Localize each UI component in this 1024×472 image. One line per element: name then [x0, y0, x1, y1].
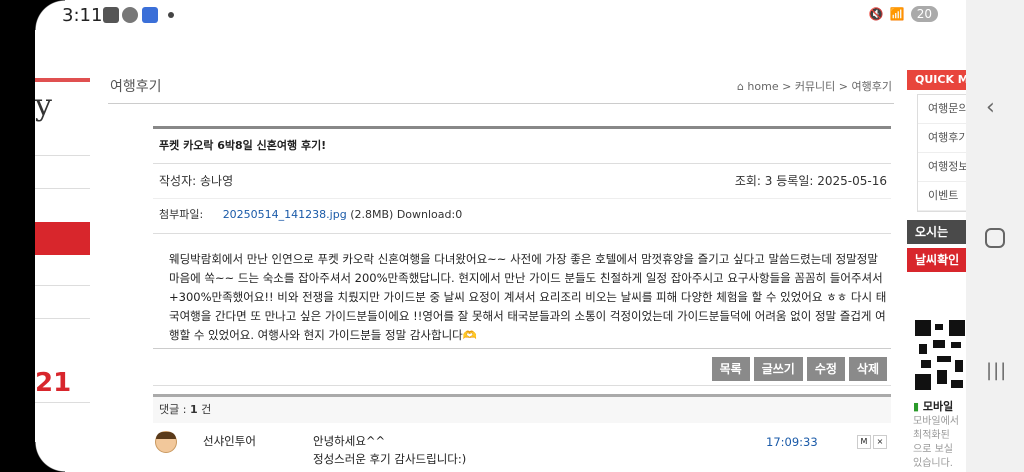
views-label: 조회:	[734, 174, 761, 188]
reply-modify-button[interactable]: M	[857, 435, 871, 449]
page-title: 여행후기	[110, 79, 162, 95]
post-body: 웨딩박람회에서 만난 인연으로 푸켓 카오락 신혼여행을 다녀왔어요~~ 사전에…	[153, 234, 891, 349]
reply-author: 선샤인투어	[203, 434, 256, 448]
delete-button[interactable]: 삭제	[848, 357, 887, 381]
screen-corner	[35, 0, 65, 30]
date-label: 등록일:	[776, 174, 814, 188]
reply-count: 1	[189, 403, 198, 416]
post-view: 푸켓 카오락 6박8일 신혼여행 후기! 작성자: 송나영 조회: 3 등록일:…	[153, 126, 891, 463]
app-icon	[142, 7, 158, 23]
battery-badge: 20	[910, 6, 938, 22]
list-button[interactable]: 목록	[711, 357, 750, 381]
system-nav-bar: ‹ |||	[966, 0, 1024, 472]
sidebar-number-fragment: 21	[35, 368, 72, 398]
post-meta: 작성자: 송나영 조회: 3 등록일: 2025-05-16	[153, 164, 891, 199]
screen: 3:11 🔇 📶 20 y 21 여행후기 ⌂ home > 커뮤니티 > 여행…	[0, 0, 1024, 472]
screen-edge	[0, 0, 35, 472]
post-stats: 조회: 3 등록일: 2025-05-16	[735, 164, 887, 198]
reply-header: 댓글 : 1 건	[153, 394, 891, 423]
back-icon[interactable]: ‹	[986, 95, 995, 120]
quick-item-event[interactable]: 이벤트	[918, 182, 966, 211]
attach-label: 첨부파일:	[159, 208, 204, 221]
attachment-size: (2.8MB)	[350, 208, 394, 221]
quick-item-review[interactable]: 여행후기	[918, 124, 966, 153]
divider	[35, 318, 90, 319]
mobile-description: 모바일에서 최적화된 으로 보실 있습니다.	[913, 415, 959, 471]
home-nav-icon[interactable]	[985, 228, 1005, 248]
post-date: 2025-05-16	[817, 174, 887, 188]
mobile-title: ▮ 모바일	[913, 398, 953, 414]
attachment-link[interactable]: 20250514_141238.jpg	[223, 208, 347, 221]
post-actions: 목록 글쓰기 수정 삭제	[153, 349, 891, 386]
quick-menu-header: QUICK ME	[907, 70, 966, 90]
home-icon: ⌂	[736, 80, 748, 93]
quick-menu-list: 여행문의 여행후기 여행정보 이벤트	[917, 94, 966, 212]
author-label: 작성자:	[159, 174, 197, 188]
mobile-line: 으로 보실	[913, 444, 953, 455]
mobile-title-text: 모바일	[922, 400, 954, 413]
status-right: 🔇 📶 20	[869, 6, 938, 22]
author-name: 송나영	[200, 174, 234, 188]
qr-code	[915, 320, 965, 392]
weather-button[interactable]: 날씨확인	[907, 248, 966, 272]
reply-item: 선샤인투어 안녕하세요^^ 17:09:33 M ×	[153, 423, 891, 463]
sidebar-title-fragment: y	[35, 88, 52, 123]
header-divider	[108, 103, 894, 104]
left-sidebar: y 21	[35, 30, 90, 472]
reply-time: 17:09:33	[766, 435, 818, 449]
divider	[35, 188, 90, 189]
views-count: 3	[764, 174, 773, 188]
mute-icon: 🔇	[868, 7, 884, 21]
mobile-line: 최적화된	[913, 430, 950, 441]
status-bar: 3:11 🔇 📶 20	[0, 0, 966, 30]
divider	[35, 155, 90, 156]
notification-app-icon	[103, 7, 119, 23]
reply-delete-button[interactable]: ×	[873, 435, 887, 449]
reply-text: 안녕하세요^^	[313, 434, 386, 448]
write-button[interactable]: 글쓰기	[753, 357, 803, 381]
attachment-row: 첨부파일: 20250514_141238.jpg (2.8MB) Downlo…	[153, 199, 891, 234]
screen-corner	[35, 442, 65, 472]
divider	[35, 402, 90, 403]
wifi-icon: 📶	[889, 7, 905, 21]
talk-icon	[122, 7, 138, 23]
divider	[35, 285, 90, 286]
recent-apps-icon[interactable]: |||	[986, 360, 1007, 381]
attachment-downloads: Download:0	[396, 208, 463, 221]
reply-label: 댓글 :	[159, 403, 187, 416]
reply-unit: 건	[201, 403, 212, 416]
avatar	[155, 431, 177, 453]
mobile-line: 모바일에서	[913, 416, 959, 427]
quick-item-inquiry[interactable]: 여행문의	[918, 95, 966, 124]
mobile-icon: ▮	[913, 400, 920, 413]
post-subject: 푸켓 카오락 6박8일 신혼여행 후기!	[153, 129, 891, 164]
breadcrumb-text: home > 커뮤니티 > 여행후기	[747, 80, 892, 93]
status-time: 3:11	[62, 5, 103, 26]
reply-text-continued: 정성스러운 후기 감사드립니다:)	[313, 452, 467, 466]
quick-item-info[interactable]: 여행정보	[918, 153, 966, 182]
edit-button[interactable]: 수정	[806, 357, 845, 381]
directions-button[interactable]: 오시는	[907, 220, 966, 244]
sidebar-item-active[interactable]	[35, 222, 90, 255]
more-notifications-icon	[168, 12, 174, 18]
quick-menu: QUICK ME 여행문의 여행후기 여행정보 이벤트 오시는 날씨확인 ▮ 모…	[907, 70, 966, 472]
mobile-line: 있습니다.	[913, 458, 953, 469]
sidebar-accent-line	[35, 78, 90, 82]
breadcrumb[interactable]: ⌂ home > 커뮤니티 > 여행후기	[737, 78, 892, 94]
